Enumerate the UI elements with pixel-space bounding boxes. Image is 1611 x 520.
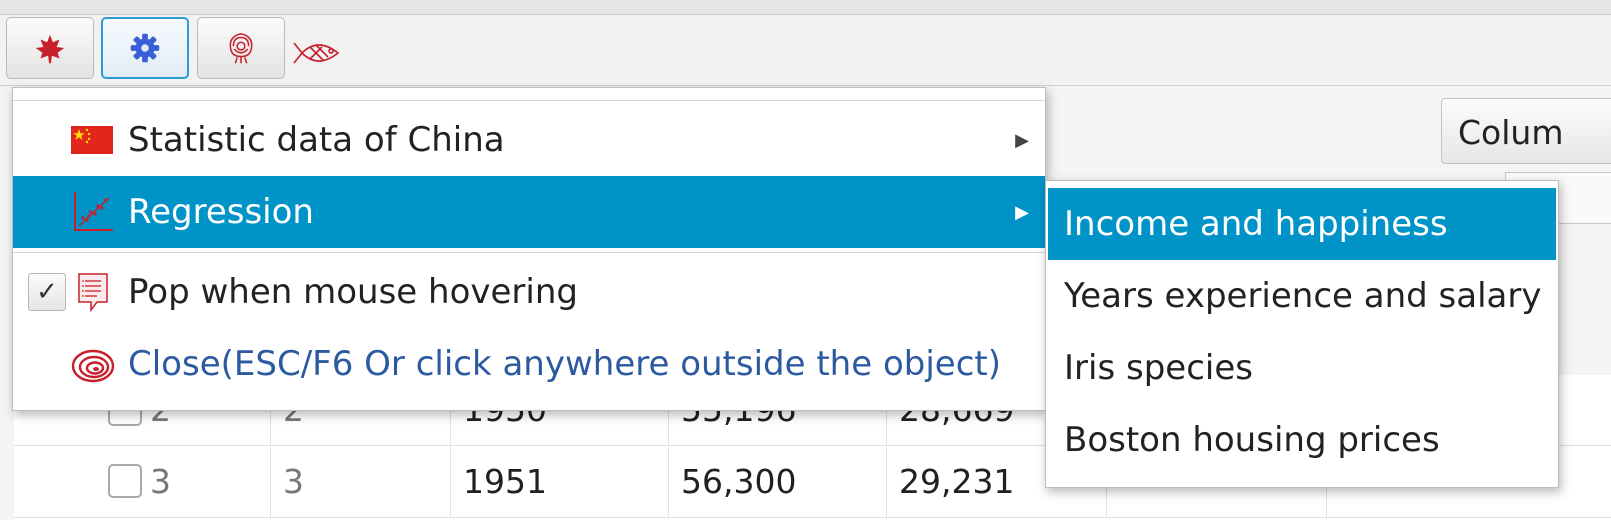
menu-item-regression[interactable]: Regression ▶: [13, 176, 1045, 248]
submenu-arrow-icon: ▶: [1015, 201, 1029, 223]
submenu-item-boston-housing-prices[interactable]: Boston housing prices: [1048, 404, 1556, 476]
index-cell: 3: [270, 447, 450, 517]
toolbar: [0, 15, 1611, 86]
submenu-arrow-icon: ▶: [1015, 129, 1029, 151]
menu-item-statistic-data-of-china[interactable]: Statistic data of China ▶: [13, 104, 1045, 176]
menu-item-label: Regression: [128, 192, 314, 232]
peony-button[interactable]: [197, 17, 285, 79]
submenu-item-years-experience-and-salary[interactable]: Years experience and salary: [1048, 260, 1556, 332]
regression-submenu: Income and happiness Years experience an…: [1045, 180, 1559, 488]
popup-menu: Statistic data of China ▶ Regression ▶ ✓: [12, 87, 1046, 411]
maple-leaf-icon: [35, 34, 65, 64]
note-icon: [78, 273, 108, 312]
china-flag-icon: [71, 126, 113, 154]
row-checkbox[interactable]: [108, 463, 142, 498]
row-check-label: 3: [150, 462, 171, 501]
submenu-item-iris-species[interactable]: Iris species: [1048, 332, 1556, 404]
row-check-cell[interactable]: 3: [14, 447, 270, 517]
menu-item-label: Close(ESC/F6 Or click anywhere outside t…: [128, 344, 1001, 384]
menu-divider: [13, 252, 1045, 253]
scatter-plot-icon: [74, 192, 113, 231]
gear-icon: [130, 33, 160, 63]
menu-checkbox[interactable]: ✓: [28, 273, 66, 311]
menu-item-label: Statistic data of China: [128, 120, 505, 160]
year-cell: 1951: [450, 447, 668, 517]
close-spiral-icon: [71, 349, 115, 383]
gear-button[interactable]: [101, 17, 189, 79]
peony-icon: [229, 32, 253, 64]
columns-button[interactable]: Colum: [1441, 98, 1611, 164]
submenu-item-income-and-happiness[interactable]: Income and happiness: [1048, 188, 1556, 260]
menu-item-pop-when-mouse-hovering[interactable]: ✓ Pop when mouse hovering: [13, 256, 1045, 328]
menu-item-close[interactable]: Close(ESC/F6 Or click anywhere outside t…: [13, 328, 1045, 400]
window-top-strip: [0, 0, 1611, 15]
menu-top-divider: [13, 100, 1045, 101]
value-cell: 56,300: [668, 447, 886, 517]
fish-icon[interactable]: [292, 35, 348, 71]
maple-leaf-button[interactable]: [6, 17, 94, 79]
menu-item-label: Pop when mouse hovering: [128, 272, 578, 312]
